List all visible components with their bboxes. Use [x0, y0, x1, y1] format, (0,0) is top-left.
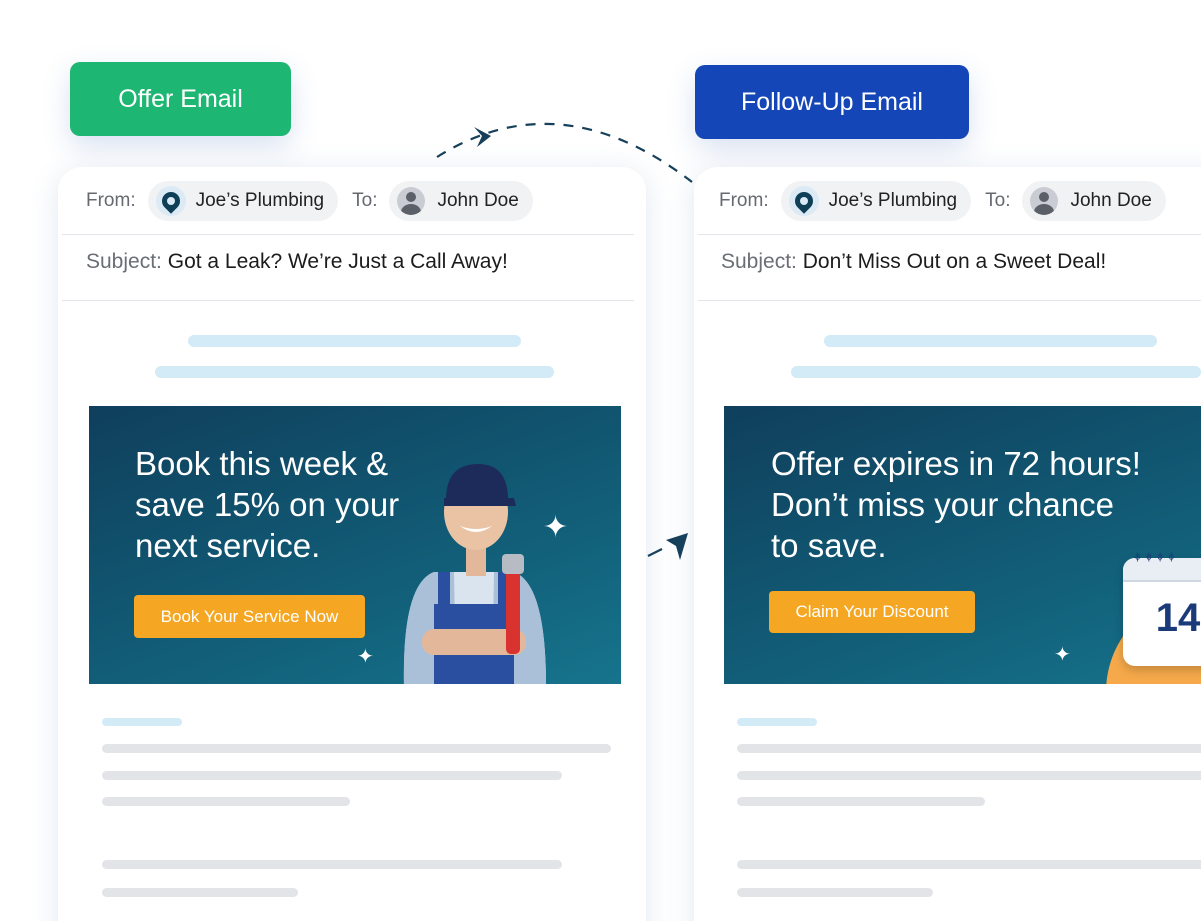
divider	[62, 300, 634, 301]
subject-line: Subject: Don’t Miss Out on a Sweet Deal!	[721, 250, 1106, 274]
placeholder-line	[737, 860, 1201, 869]
to-label: To:	[352, 190, 378, 211]
subject-text: Got a Leak? We’re Just a Call Away!	[167, 250, 508, 273]
banner-headline: Book this week & save 15% on your next s…	[135, 443, 399, 566]
sender-name: Joe’s Plumbing	[195, 190, 325, 211]
subject-label: Subject:	[86, 250, 162, 273]
headline-line: Don’t miss your chance	[771, 486, 1114, 523]
offer-email-card: From: Joe’s Plumbing To: John Doe Subjec…	[58, 167, 646, 921]
plumbing-logo-icon	[155, 186, 186, 216]
divider	[698, 300, 1201, 301]
divider	[62, 234, 634, 235]
headline-line: to save.	[771, 527, 887, 564]
placeholder-line	[102, 718, 182, 726]
sparkle-icon: ✦	[1054, 644, 1071, 666]
placeholder-line	[737, 888, 933, 897]
headline-line: next service.	[135, 527, 321, 564]
headline-line: save 15% on your	[135, 486, 400, 523]
calendar-icon: 14 ᶲᶲᶲᶲ	[1123, 550, 1201, 666]
placeholder-line	[737, 797, 985, 806]
email-header: From: Joe’s Plumbing To: John Doe	[58, 181, 646, 221]
sparkle-icon: ✦	[357, 646, 374, 668]
recipient-chip[interactable]: John Doe	[1022, 181, 1166, 221]
sender-chip[interactable]: Joe’s Plumbing	[780, 181, 972, 221]
follow-up-email-card: From: Joe’s Plumbing To: John Doe Subjec…	[694, 167, 1201, 921]
promo-banner: Offer expires in 72 hours! Don’t miss yo…	[724, 406, 1201, 684]
placeholder-line	[737, 771, 1201, 780]
sender-name: Joe’s Plumbing	[828, 190, 958, 211]
divider	[698, 234, 1201, 235]
to-label: To:	[985, 190, 1011, 211]
placeholder-line	[155, 366, 554, 378]
recipient-name: John Doe	[1070, 190, 1152, 211]
headline-line: Book this week &	[135, 445, 389, 482]
placeholder-line	[102, 744, 611, 753]
claim-discount-button[interactable]: Claim Your Discount	[769, 591, 975, 633]
placeholder-line	[824, 335, 1157, 347]
placeholder-line	[791, 366, 1201, 378]
user-avatar-icon	[1030, 187, 1059, 215]
email-header: From: Joe’s Plumbing To: John Doe	[694, 181, 1201, 221]
recipient-name: John Doe	[437, 190, 519, 211]
sender-chip[interactable]: Joe’s Plumbing	[147, 181, 339, 221]
offer-email-tag: Offer Email	[70, 62, 291, 136]
placeholder-line	[188, 335, 521, 347]
placeholder-line	[102, 771, 562, 780]
placeholder-line	[102, 797, 350, 806]
placeholder-line	[737, 718, 817, 726]
subject-label: Subject:	[721, 250, 797, 273]
headline-line: Offer expires in 72 hours!	[771, 445, 1141, 482]
dashed-arrow-bottom	[647, 548, 663, 557]
user-avatar-icon	[397, 187, 426, 215]
follow-up-email-tag: Follow-Up Email	[695, 65, 969, 139]
from-label: From:	[86, 190, 136, 211]
placeholder-line	[102, 888, 298, 897]
plumber-illustration	[403, 464, 546, 684]
banner-headline: Offer expires in 72 hours! Don’t miss yo…	[771, 443, 1141, 566]
subject-line: Subject: Got a Leak? We’re Just a Call A…	[86, 250, 508, 274]
placeholder-line	[737, 744, 1201, 753]
plumbing-logo-icon	[788, 186, 819, 216]
arrowhead-bottom	[666, 533, 688, 560]
promo-banner: Book this week & save 15% on your next s…	[89, 406, 621, 684]
from-label: From:	[719, 190, 769, 211]
placeholder-line	[102, 860, 562, 869]
recipient-chip[interactable]: John Doe	[389, 181, 533, 221]
book-service-button[interactable]: Book Your Service Now	[134, 595, 365, 638]
calendar-day: 14	[1155, 596, 1201, 640]
subject-text: Don’t Miss Out on a Sweet Deal!	[802, 250, 1107, 273]
